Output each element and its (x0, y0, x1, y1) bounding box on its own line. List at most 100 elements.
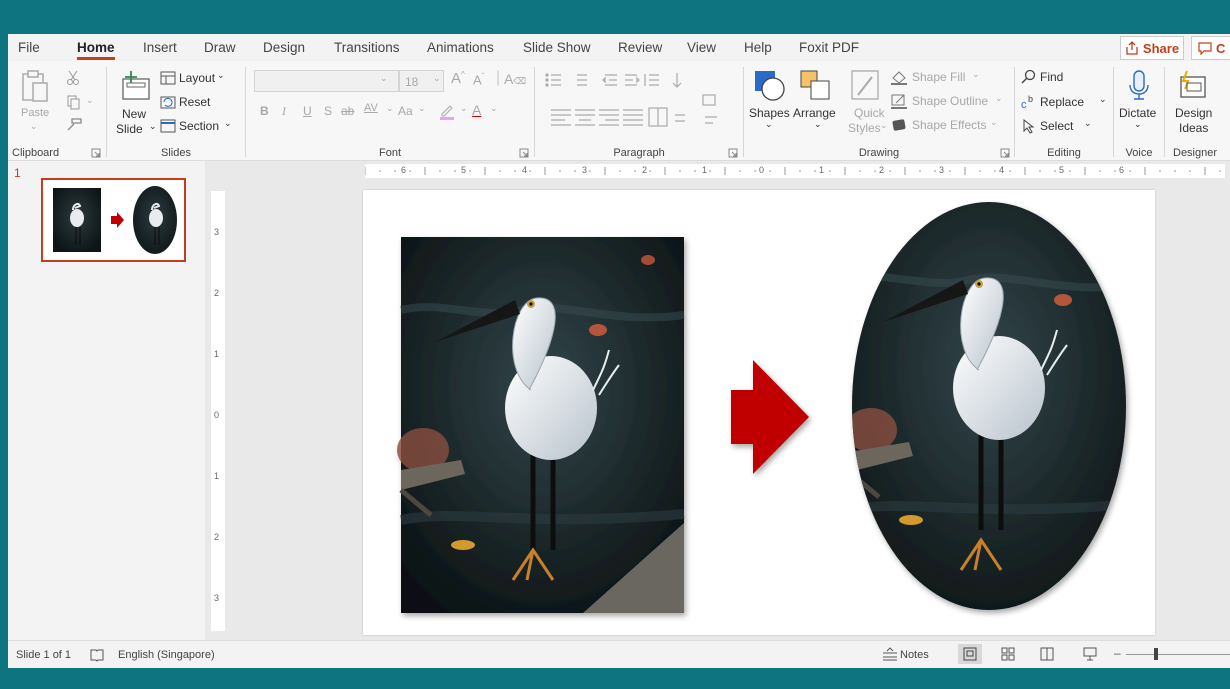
find-label[interactable]: Find (1040, 70, 1063, 84)
change-case-button[interactable]: Aa (398, 104, 413, 118)
font-name-chevron-icon[interactable]: ⌄ (380, 73, 388, 84)
layout-chevron-icon[interactable]: ⌄ (217, 70, 225, 81)
select-label[interactable]: Select (1040, 119, 1073, 133)
layout-icon[interactable] (160, 71, 176, 85)
font-color-icon[interactable]: A (472, 102, 481, 118)
accessibility-icon[interactable] (90, 648, 104, 662)
dictate-label[interactable]: Dictate (1119, 106, 1156, 120)
reading-view-icon[interactable] (1040, 647, 1054, 661)
strikethrough-button[interactable]: ab (341, 104, 354, 118)
tab-animations[interactable]: Animations (427, 40, 494, 55)
tab-review[interactable]: Review (618, 40, 662, 55)
highlight-icon[interactable] (438, 102, 456, 120)
design-ideas-label-2[interactable]: Ideas (1179, 121, 1208, 135)
font-launcher-icon[interactable] (519, 148, 529, 158)
shape-fill-chevron-icon[interactable]: ⌄ (972, 69, 980, 80)
zoom-slider-track[interactable] (1126, 654, 1230, 655)
slide[interactable] (363, 190, 1155, 635)
find-icon[interactable] (1021, 69, 1037, 85)
paste-label[interactable]: Paste (21, 107, 49, 119)
microphone-icon[interactable] (1128, 69, 1150, 101)
reset-icon[interactable] (160, 95, 176, 109)
zoom-slider-thumb[interactable] (1154, 648, 1158, 660)
slide-editing-area[interactable]: 6 5 4 3 2 1 0 1 2 3 4 5 6 3 2 1 0 1 2 3 (205, 161, 1230, 640)
tab-foxit-pdf[interactable]: Foxit PDF (799, 40, 859, 55)
shape-outline-chevron-icon[interactable]: ⌄ (995, 93, 1003, 104)
tab-slide-show[interactable]: Slide Show (523, 40, 591, 55)
comments-button[interactable]: C (1191, 36, 1230, 60)
normal-view-button[interactable] (958, 644, 982, 664)
slide-sorter-icon[interactable] (1001, 647, 1015, 661)
tab-insert[interactable]: Insert (143, 40, 177, 55)
replace-chevron-icon[interactable]: ⌄ (1099, 94, 1107, 105)
share-button[interactable]: Share (1120, 36, 1184, 60)
font-name-input[interactable] (254, 70, 399, 92)
tab-home[interactable]: Home (77, 40, 115, 60)
clear-formatting-icon[interactable]: A⌫ (504, 71, 526, 87)
quick-styles-label-2[interactable]: Styles (848, 121, 881, 135)
tab-draw[interactable]: Draw (204, 40, 236, 55)
select-icon[interactable] (1021, 118, 1037, 134)
font-size-chevron-icon[interactable]: ⌄ (433, 73, 441, 84)
paragraph-controls-icon[interactable] (543, 71, 733, 131)
shrink-font-icon[interactable]: Aˇ (473, 72, 484, 87)
tab-view[interactable]: View (687, 40, 716, 55)
highlight-chevron-icon[interactable]: ⌄ (460, 103, 468, 114)
tab-transitions[interactable]: Transitions (334, 40, 400, 55)
new-slide-chevron-icon[interactable]: ⌄ (149, 121, 157, 132)
cut-icon[interactable] (66, 70, 80, 86)
new-slide-label-1[interactable]: New (122, 107, 146, 121)
dictate-chevron-icon[interactable]: ⌄ (1134, 119, 1142, 130)
arrange-icon[interactable] (799, 69, 833, 103)
paragraph-launcher-icon[interactable] (728, 148, 738, 158)
shapes-icon[interactable] (753, 69, 787, 103)
shapes-label[interactable]: Shapes (749, 106, 790, 120)
language-indicator[interactable]: English (Singapore) (118, 649, 215, 661)
arrange-chevron-icon[interactable]: ⌄ (814, 119, 822, 130)
select-chevron-icon[interactable]: ⌄ (1084, 118, 1092, 129)
quick-styles-label-1[interactable]: Quick (854, 106, 885, 120)
clipboard-launcher-icon[interactable] (91, 148, 101, 158)
design-ideas-icon[interactable] (1177, 69, 1209, 101)
shape-effects-chevron-icon[interactable]: ⌄ (990, 117, 998, 128)
new-slide-icon[interactable] (119, 69, 153, 101)
shapes-chevron-icon[interactable]: ⌄ (765, 119, 773, 130)
tab-file[interactable]: File (18, 40, 40, 55)
notes-button[interactable]: Notes (900, 649, 929, 661)
slide-thumbnail[interactable] (41, 178, 186, 262)
tab-help[interactable]: Help (744, 40, 772, 55)
slideshow-icon[interactable] (1083, 647, 1097, 661)
notes-icon[interactable] (882, 647, 898, 661)
quick-styles-chevron-icon[interactable]: ⌄ (880, 120, 888, 131)
shape-effects-label[interactable]: Shape Effects (912, 118, 987, 132)
arrange-label[interactable]: Arrange (793, 106, 836, 120)
font-color-chevron-icon[interactable]: ⌄ (490, 103, 498, 114)
copy-icon[interactable] (66, 94, 82, 110)
oval-cropped-photo[interactable] (845, 200, 1132, 615)
bold-button[interactable]: B (260, 104, 269, 118)
paste-chevron-icon[interactable]: ⌄ (30, 121, 38, 132)
shape-outline-label[interactable]: Shape Outline (912, 94, 988, 108)
section-label[interactable]: Section (179, 119, 219, 133)
format-painter-icon[interactable] (66, 116, 84, 132)
section-chevron-icon[interactable]: ⌄ (224, 118, 232, 129)
section-icon[interactable] (160, 119, 176, 133)
arrow-shape[interactable] (731, 360, 809, 474)
character-spacing-button[interactable]: AV (364, 102, 378, 114)
case-chevron-icon[interactable]: ⌄ (418, 103, 426, 114)
layout-label[interactable]: Layout (179, 71, 215, 85)
underline-button[interactable]: U (303, 104, 312, 118)
new-slide-label-2[interactable]: Slide (116, 122, 143, 136)
grow-font-icon[interactable]: A^ (451, 70, 465, 87)
spacing-chevron-icon[interactable]: ⌄ (386, 103, 394, 114)
replace-icon[interactable]: cb (1021, 94, 1037, 110)
shape-outline-icon[interactable] (890, 93, 908, 109)
quick-styles-icon[interactable] (850, 69, 882, 103)
shape-fill-icon[interactable] (890, 69, 908, 85)
reset-label[interactable]: Reset (179, 95, 210, 109)
original-photo[interactable] (397, 237, 685, 613)
zoom-out-button[interactable]: – (1114, 646, 1121, 660)
paste-icon[interactable] (20, 69, 50, 103)
tab-design[interactable]: Design (263, 40, 305, 55)
shape-fill-label[interactable]: Shape Fill (912, 70, 965, 84)
